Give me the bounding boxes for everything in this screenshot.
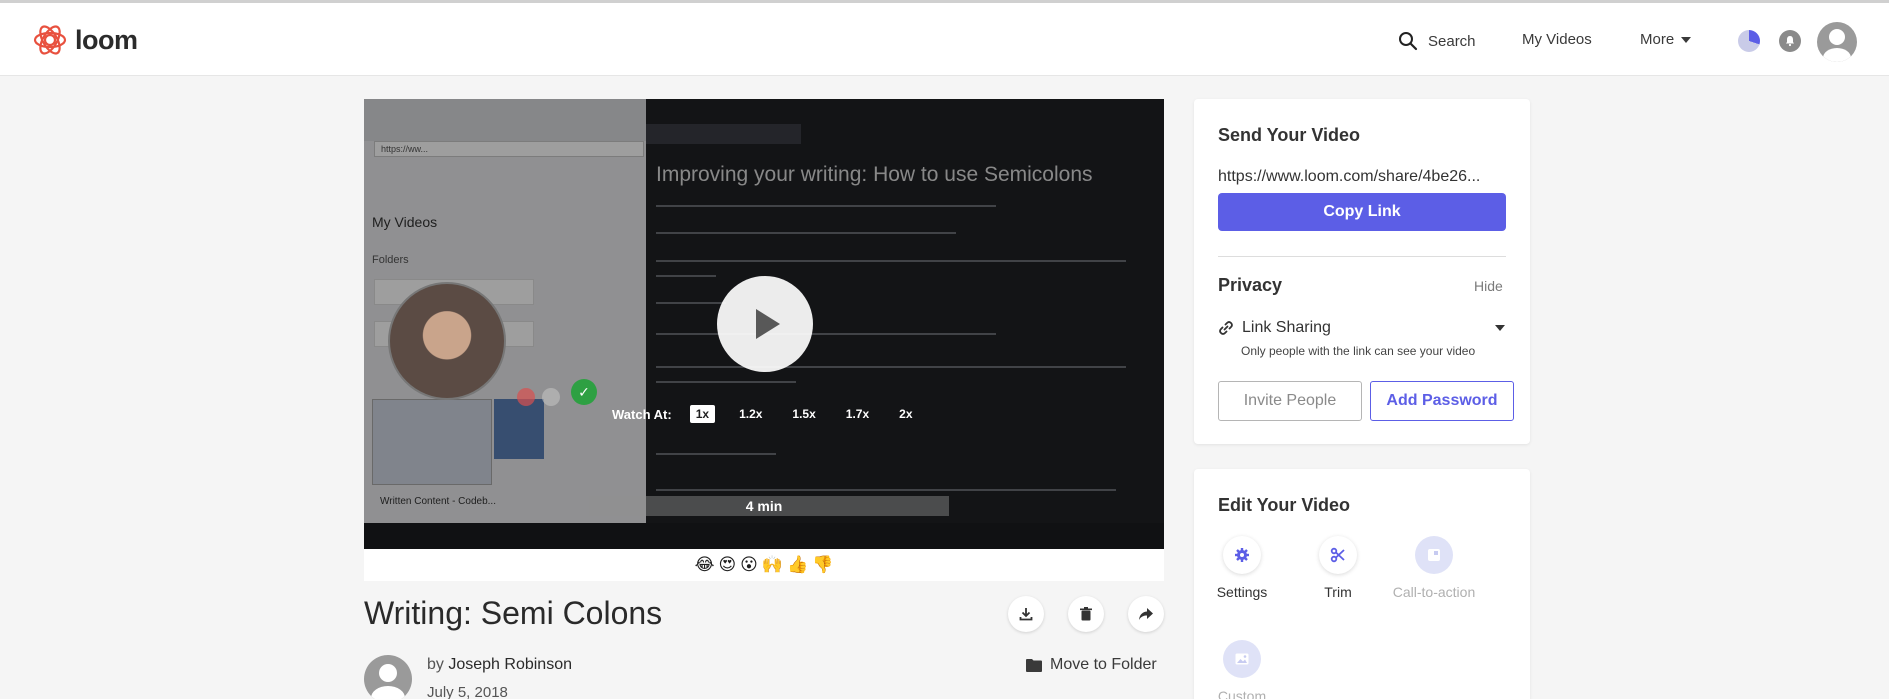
call-to-action-tool-label: Call-to-action (1392, 584, 1476, 600)
call-to-action-icon-wrap (1415, 536, 1453, 574)
custom-thumbnail-tool[interactable]: Custom (1197, 640, 1287, 699)
share-button[interactable] (1128, 596, 1164, 632)
chevron-down-icon (1681, 36, 1692, 43)
chevron-down-icon[interactable] (1495, 325, 1505, 331)
recorded-cancel-icon (517, 388, 535, 406)
gear-icon-wrap (1223, 536, 1261, 574)
custom-tool-label: Custom (1217, 688, 1267, 699)
add-password-button[interactable]: Add Password (1370, 381, 1514, 421)
bell-icon (1786, 36, 1794, 47)
play-icon (756, 309, 780, 339)
recorded-pause-icon (542, 388, 560, 406)
scissors-icon-wrap (1319, 536, 1357, 574)
my-videos-link[interactable]: My Videos (1522, 31, 1592, 48)
share-arrow-icon (1139, 608, 1153, 620)
image-icon (1235, 653, 1249, 665)
watch-at-label: Watch At: (612, 406, 672, 422)
search-label: Search (1428, 32, 1476, 50)
hide-privacy-link[interactable]: Hide (1474, 278, 1503, 294)
more-label: More (1640, 31, 1675, 48)
author-name[interactable]: Joseph Robinson (448, 656, 572, 673)
user-avatar[interactable] (1817, 22, 1857, 62)
delete-button[interactable] (1068, 596, 1104, 632)
notifications-bell-icon[interactable] (1779, 30, 1801, 52)
video-title: Writing: Semi Colons (364, 595, 663, 631)
copy-link-button[interactable]: Copy Link (1218, 193, 1506, 231)
settings-tool[interactable]: Settings (1197, 536, 1287, 600)
top-navbar: loom Search My Videos More (0, 0, 1889, 76)
brand-name: loom (75, 24, 138, 55)
download-icon (1019, 608, 1033, 621)
avatar-person-icon (1823, 29, 1851, 62)
video-date: July 5, 2018 (427, 684, 508, 699)
speed-option[interactable]: 1.7x (840, 405, 875, 423)
folder-icon (1026, 659, 1042, 672)
gear-icon (1235, 548, 1249, 562)
speed-option[interactable]: 1.2x (733, 405, 768, 423)
recording-quota-icon[interactable] (1738, 30, 1760, 52)
reaction-thumbs-up[interactable]: 👍 (787, 555, 808, 575)
reaction-thumbs-down[interactable]: 👎 (812, 555, 833, 575)
invite-people-button[interactable]: Invite People (1218, 381, 1362, 421)
loom-logo[interactable]: loom (33, 23, 138, 57)
search-icon (1399, 32, 1418, 51)
card-divider (1218, 256, 1506, 257)
author-avatar[interactable] (364, 655, 412, 699)
reaction-laugh[interactable]: 😂 (695, 555, 715, 575)
video-duration: 4 min (745, 498, 783, 514)
move-to-folder-label: Move to Folder (1050, 656, 1157, 673)
send-video-heading: Send Your Video (1218, 125, 1361, 145)
link-icon (1219, 321, 1233, 335)
play-button[interactable] (717, 276, 813, 372)
edit-video-heading: Edit Your Video (1218, 495, 1351, 515)
scissors-icon (1330, 547, 1345, 563)
call-to-action-icon (1428, 549, 1440, 561)
link-sharing-label: Link Sharing (1242, 319, 1331, 336)
trim-tool[interactable]: Trim (1293, 536, 1383, 600)
settings-tool-label: Settings (1216, 584, 1268, 600)
loom-logo-icon (33, 25, 67, 55)
search-button[interactable]: Search (1398, 31, 1476, 51)
trim-tool-label: Trim (1324, 584, 1352, 600)
more-menu[interactable]: More (1640, 31, 1692, 48)
video-player[interactable]: https://ww... My Videos Folders Written … (364, 99, 1164, 549)
speed-option[interactable]: 1.5x (786, 405, 821, 423)
image-icon-wrap (1223, 640, 1261, 678)
reaction-love[interactable]: 😍 (718, 555, 736, 575)
speed-option[interactable]: 1x (689, 405, 716, 423)
call-to-action-tool[interactable]: Call-to-action (1389, 536, 1479, 600)
link-sharing-dropdown[interactable]: Link Sharing (1218, 319, 1331, 337)
move-to-folder-button[interactable]: Move to Folder (1026, 656, 1157, 674)
speed-option[interactable]: 2x (893, 405, 918, 423)
reaction-wow[interactable]: 😮 (740, 555, 758, 575)
webcam-bubble (388, 282, 506, 400)
playback-speed-selector: Watch At: 1x 1.2x 1.5x 1.7x 2x (612, 405, 919, 423)
reactions-bar: 😂 😍 😮 🙌 👍 👎 (364, 549, 1164, 581)
author-line: by Joseph Robinson (427, 656, 572, 674)
link-sharing-hint: Only people with the link can see your v… (1241, 344, 1476, 358)
download-button[interactable] (1008, 596, 1044, 632)
by-label: by (427, 656, 444, 673)
privacy-heading: Privacy (1218, 275, 1283, 295)
share-url[interactable]: https://www.loom.com/share/4be26... (1218, 168, 1508, 186)
recorded-check-icon: ✓ (571, 379, 597, 405)
edit-video-card: Edit Your Video Settings Trim Call-to-ac… (1194, 469, 1530, 699)
reaction-celebrate[interactable]: 🙌 (762, 555, 783, 575)
trash-icon (1080, 607, 1092, 621)
avatar-person-icon (371, 664, 405, 699)
